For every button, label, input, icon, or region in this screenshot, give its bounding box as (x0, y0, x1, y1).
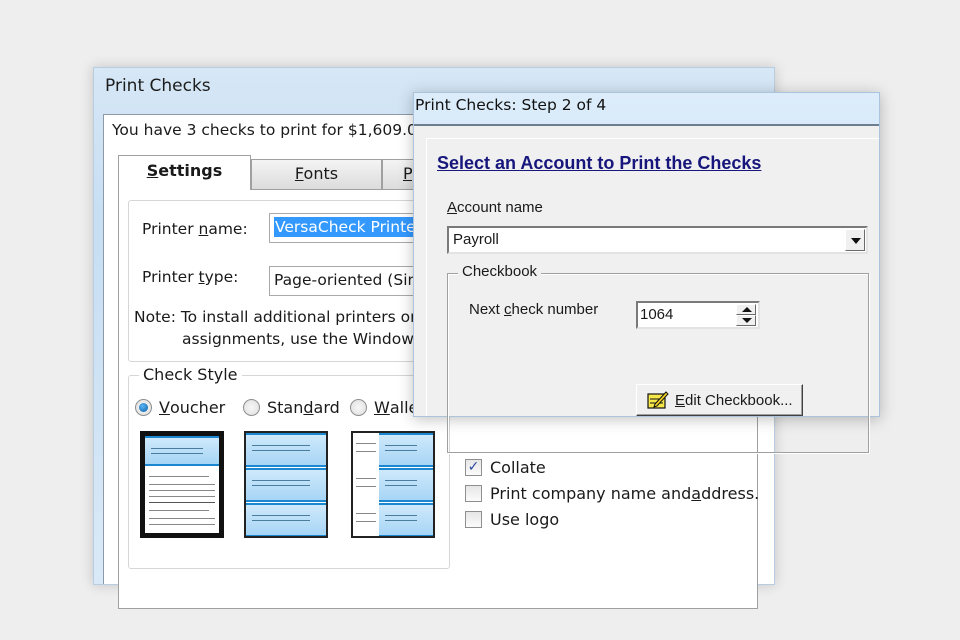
printer-type-label: Printer type: (142, 268, 239, 286)
section-heading: Select an Account to Print the Checks (437, 153, 762, 173)
tab-mnemonic: P (403, 164, 412, 183)
checkbox-unchecked-icon (465, 485, 482, 502)
tab-mnemonic: F (294, 164, 304, 183)
dialog-inner-panel: Select an Account to Print the Checks Ac… (426, 138, 879, 453)
tab-fonts[interactable]: Fonts (251, 159, 382, 189)
tab-label: ettings (158, 161, 223, 180)
radio-unselected-icon (350, 399, 367, 416)
edit-checkbook-button[interactable]: Edit Checkbook... (636, 384, 803, 416)
next-check-number-value: 1064 (640, 306, 674, 323)
pencil-notepad-icon (647, 391, 669, 409)
radio-selected-icon (135, 399, 152, 416)
check-style-group: Check Style Voucher Stan d ard Wallet (128, 365, 450, 569)
check-style-legend: Check Style (139, 365, 242, 384)
printer-name-value: VersaCheck Printer (274, 217, 424, 237)
window-title: Print Checks (105, 76, 211, 96)
tab-settings[interactable]: Settings (118, 155, 251, 190)
checkbook-group: Checkbook Next check number 1064 E dit C… (447, 263, 869, 453)
print-company-name-checkbox[interactable]: Print company name and a ddress. (465, 484, 759, 503)
tab-mnemonic: S (146, 161, 159, 180)
printer-name-label: Printer name: (142, 220, 248, 238)
use-logo-checkbox[interactable]: Use logo (465, 510, 559, 529)
spin-up-icon[interactable] (736, 304, 756, 315)
account-name-value: Payroll (453, 231, 499, 248)
account-name-label: Account name (447, 199, 543, 216)
dialog-title: Print Checks: Step 2 of 4 (415, 96, 607, 114)
dropdown-arrow-icon[interactable] (845, 229, 865, 251)
standard-radio[interactable]: Stan d ard (243, 398, 340, 417)
printer-type-value: Page-oriented (Sing (274, 271, 428, 289)
next-check-number-spinner[interactable]: 1064 (636, 301, 760, 329)
radio-unselected-icon (243, 399, 260, 416)
voucher-preview-image[interactable] (140, 431, 224, 538)
note-line-1: Note: To install additional printers or … (134, 308, 428, 326)
account-name-dropdown[interactable]: Payroll (447, 226, 868, 254)
checkbox-checked-icon: ✓ (465, 459, 482, 476)
dialog-client-area: Select an Account to Print the Checks Ac… (414, 124, 879, 453)
wallet-preview-image[interactable] (351, 431, 435, 538)
checkbook-legend: Checkbook (458, 263, 542, 280)
checks-summary: You have 3 checks to print for $1,609.0 (112, 121, 417, 139)
next-check-number-label: Next check number (469, 301, 599, 318)
checkbox-unchecked-icon (465, 511, 482, 528)
collate-checkbox[interactable]: ✓ Collate (465, 458, 546, 477)
voucher-radio[interactable]: Voucher (135, 398, 225, 417)
tab-label: onts (303, 164, 339, 183)
standard-preview-image[interactable] (244, 431, 328, 538)
note-line-2: assignments, use the Windows (182, 330, 423, 348)
spin-down-icon[interactable] (736, 315, 756, 326)
print-checks-step-dialog: Print Checks: Step 2 of 4 Select an Acco… (413, 92, 880, 453)
